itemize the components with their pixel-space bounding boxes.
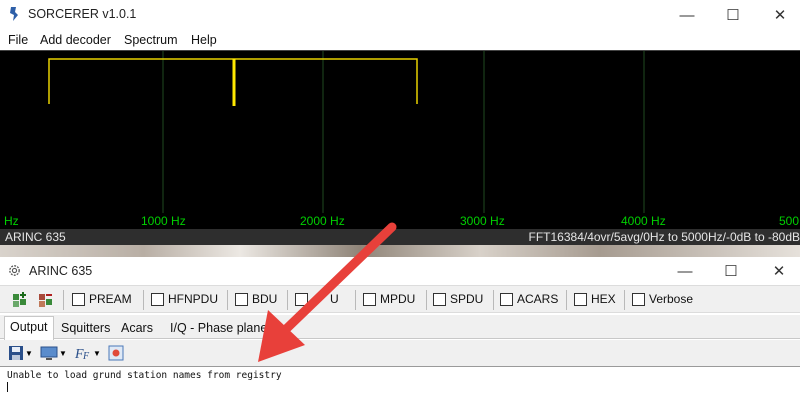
toolbar-separator (287, 290, 288, 310)
chevron-down-icon: ▼ (93, 348, 101, 358)
output-log-line: Unable to load grund station names from … (7, 370, 282, 381)
freq-label-3000: 3000 Hz (460, 214, 505, 228)
toolbar-separator (227, 290, 228, 310)
decoder-toolbar: PREAM HFNPDU BDU U MPDU SPDU ACARS HEX V… (0, 285, 800, 313)
decoder-name-status: ARINC 635 (5, 230, 66, 244)
gear-icon (9, 265, 20, 276)
checkbox-label: MPDU (380, 292, 416, 306)
checkbox-label: HEX (591, 292, 616, 306)
decoder-maximize-button[interactable]: ☐ (716, 260, 746, 282)
checkbox-box[interactable] (632, 292, 645, 306)
freq-label-4000: 4000 Hz (621, 214, 666, 228)
decoder-titlebar: ARINC 635 — ☐ ✕ (0, 257, 800, 285)
window-title: SORCERER v1.0.1 (28, 7, 137, 21)
checkbox-label: Verbose (649, 292, 694, 306)
toolbar-separator (63, 290, 64, 310)
chevron-down-icon: ▼ (59, 348, 67, 358)
checkbox-u[interactable]: U (295, 292, 339, 306)
freq-label-5000: 500 (779, 214, 800, 228)
save-button[interactable]: ▼ (8, 344, 33, 362)
tab-output[interactable]: Output (4, 316, 54, 340)
freq-label-2000: 2000 Hz (300, 214, 345, 228)
checkbox-box[interactable] (151, 292, 164, 306)
checkbox-bdu[interactable]: BDU (235, 292, 277, 306)
close-icon: ✕ (773, 7, 787, 24)
tab-iq-phase-plane[interactable]: I/Q - Phase plane (165, 318, 272, 339)
spectrum-display[interactable]: Hz 1000 Hz 2000 Hz 3000 Hz 4000 Hz 500 A… (0, 50, 800, 246)
font-button[interactable]: F F ▼ (74, 344, 101, 362)
checkbox-box[interactable] (363, 292, 376, 306)
output-toolbar: ▼ ▼ F F ▼ (0, 340, 800, 366)
checkbox-label: HFNPDU (168, 292, 218, 306)
freq-label-0: Hz (4, 214, 19, 228)
decoder-close-button[interactable]: ✕ (764, 260, 794, 282)
checkbox-mpdu[interactable]: MPDU (363, 292, 415, 306)
chevron-down-icon: ▼ (25, 348, 33, 358)
checkbox-label: ACARS (517, 292, 559, 306)
toolbar-separator (355, 290, 356, 310)
toolbar-separator (493, 290, 494, 310)
freq-label-1000: 1000 Hz (141, 214, 186, 228)
menu-file[interactable]: File (8, 33, 28, 47)
tab-acars[interactable]: Acars (116, 318, 158, 339)
text-caret (7, 382, 8, 392)
toolbar-separator (143, 290, 144, 310)
decoder-window-title: ARINC 635 (29, 264, 93, 278)
desktop-background (0, 245, 800, 257)
decoder-tabs: Output Squitters Acars I/Q - Phase plane (0, 315, 800, 340)
decoder-minimize-button[interactable]: — (670, 260, 700, 282)
save-icon (9, 346, 23, 360)
checkbox-box[interactable] (433, 292, 446, 306)
checkbox-box[interactable] (500, 292, 513, 306)
spectrum-plot (48, 51, 645, 213)
checkbox-label: U (330, 292, 339, 306)
svg-text:F: F (82, 351, 90, 361)
output-textarea[interactable]: Unable to load grund station names from … (0, 366, 800, 402)
toolbar-separator (426, 290, 427, 310)
main-titlebar: SORCERER v1.0.1 — ☐ ✕ (0, 0, 800, 30)
checkbox-verbose[interactable]: Verbose (632, 292, 693, 306)
maximize-button[interactable]: ☐ (718, 4, 748, 26)
tab-squitters[interactable]: Squitters (56, 318, 115, 339)
menu-help[interactable]: Help (191, 33, 217, 47)
checkbox-box[interactable] (235, 292, 248, 306)
clear-output-button[interactable] (108, 344, 124, 362)
close-icon: ✕ (772, 263, 786, 280)
remove-decoder-icon[interactable] (36, 290, 56, 310)
maximize-icon: ☐ (724, 263, 738, 280)
checkbox-box[interactable] (574, 292, 587, 306)
minimize-button[interactable]: — (672, 4, 702, 26)
font-icon: F F (74, 347, 90, 361)
checkbox-label: BDU (252, 292, 278, 306)
toolbar-separator (624, 290, 625, 310)
display-options-button[interactable]: ▼ (40, 344, 67, 362)
minimize-icon: — (679, 6, 695, 24)
checkbox-acars[interactable]: ACARS (500, 292, 558, 306)
menu-spectrum[interactable]: Spectrum (124, 33, 178, 47)
sorcerer-app-icon (10, 7, 18, 21)
clear-icon (108, 345, 124, 361)
maximize-icon: ☐ (726, 7, 740, 24)
toolbar-separator (566, 290, 567, 310)
menubar: File Add decoder Spectrum Help (0, 30, 800, 50)
spectrum-status-bar: ARINC 635 FFT16384/4ovr/5avg/0Hz to 5000… (0, 229, 800, 246)
decoder-window: ARINC 635 — ☐ ✕ PREAM HFNPDU BDU U MPDU … (0, 257, 800, 402)
checkbox-pream[interactable]: PREAM (72, 292, 132, 306)
checkbox-label: PREAM (89, 292, 132, 306)
checkbox-box[interactable] (72, 292, 85, 306)
close-button[interactable]: ✕ (765, 4, 795, 26)
add-decoder-icon[interactable] (10, 290, 30, 310)
checkbox-label: SPDU (450, 292, 484, 306)
menu-add-decoder[interactable]: Add decoder (40, 33, 111, 47)
fft-settings-status: FFT16384/4ovr/5avg/0Hz to 5000Hz/-0dB to… (528, 230, 800, 244)
minimize-icon: — (677, 262, 693, 280)
checkbox-hfnpdu[interactable]: HFNPDU (151, 292, 218, 306)
checkbox-hex[interactable]: HEX (574, 292, 616, 306)
checkbox-box[interactable] (295, 292, 308, 306)
checkbox-spdu[interactable]: SPDU (433, 292, 483, 306)
monitor-icon (40, 346, 58, 360)
